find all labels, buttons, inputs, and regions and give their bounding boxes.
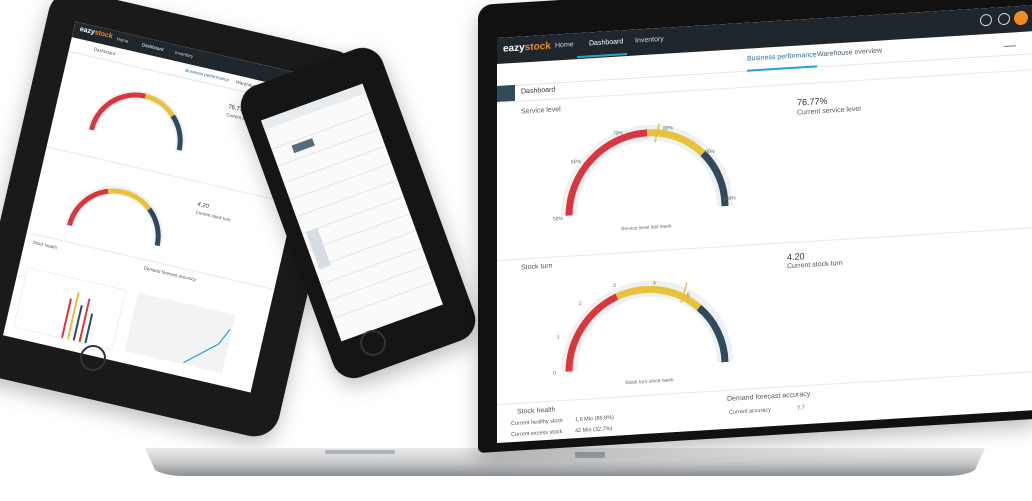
- stock-tick: 3: [613, 282, 616, 289]
- tablet-service-gauge: [87, 90, 185, 152]
- tablet-nav-home[interactable]: Home: [116, 36, 129, 44]
- stock-tick: 4: [653, 280, 656, 287]
- demand-forecast-label: Demand forecast accuracy: [727, 390, 811, 403]
- user-avatar[interactable]: [1014, 10, 1028, 26]
- stock-tick: 7: [723, 358, 726, 365]
- phone-row: [289, 162, 392, 201]
- demand-forecast-row-value: 7.7: [797, 405, 805, 412]
- nav-home[interactable]: Home: [555, 41, 574, 49]
- service-tick: 80%: [663, 125, 674, 132]
- stock-health-row-value: 1.6 Mio (85.8%): [575, 414, 614, 424]
- stock-health-row-label: Current healthy stock: [511, 417, 563, 428]
- service-level-gauge: [561, 123, 733, 217]
- stock-tick: 5: [687, 292, 690, 299]
- tab-business-performance[interactable]: Business performance: [747, 51, 817, 62]
- stock-gauge-caption: Stock turn since week: [625, 377, 674, 387]
- tablet-stock-health-title: Stock health: [32, 239, 58, 251]
- service-gauge-caption: Service level last week: [621, 223, 672, 233]
- laptop-logo: eazystock: [503, 40, 551, 55]
- service-tick: 100%: [723, 195, 736, 203]
- service-tick: 90%: [705, 148, 716, 156]
- demand-forecast-row-label: Current accuracy: [729, 407, 771, 416]
- nav-dashboard[interactable]: Dashboard: [589, 38, 623, 47]
- tablet-page-title: Dashboard: [93, 46, 116, 57]
- phone-home-button[interactable]: [360, 330, 386, 356]
- laptop-screen: eazystock Home Dashboard Inventory Busin…: [497, 5, 1032, 444]
- service-tick: 70%: [613, 130, 624, 137]
- tablet-area-chart: [124, 292, 236, 374]
- stock-turn-label: Stock turn: [521, 262, 553, 272]
- stock-tick: 0: [553, 370, 556, 377]
- service-level-caption: Current service level: [797, 105, 861, 117]
- stock-health-row-value: 42 Mio (32.7%): [575, 425, 613, 435]
- tablet-kpi-stock-label: Current stock turn: [195, 209, 232, 223]
- tab-warehouse-overview[interactable]: Warehouse overview: [817, 47, 882, 58]
- tablet-nav-dashboard[interactable]: Dashboard: [141, 42, 164, 52]
- service-tick: 50%: [553, 215, 564, 223]
- tablet-bar-chart: [13, 266, 127, 351]
- tablet-demand-title: Demand forecast accuracy: [143, 265, 197, 283]
- stock-turn-value: 4.20: [787, 251, 805, 263]
- tablet-nav-inventory[interactable]: Inventory: [175, 50, 194, 59]
- stock-tick: 2: [579, 300, 582, 307]
- phone-row: [326, 264, 429, 302]
- nav-inventory[interactable]: Inventory: [635, 36, 664, 45]
- stock-health-row-label: Current excess stock: [511, 429, 563, 439]
- service-level-value: 76.77%: [797, 95, 828, 108]
- stock-health-label: Stock health: [517, 406, 556, 416]
- service-tick: 60%: [571, 158, 582, 166]
- line-chart-icon[interactable]: [1004, 39, 1016, 47]
- phone-row: [320, 247, 423, 286]
- phone-row: [295, 179, 398, 218]
- stock-tick: 6: [709, 320, 712, 328]
- cloud-icon[interactable]: [980, 13, 992, 27]
- tablet-stock-gauge: [65, 186, 163, 247]
- tablet-kpi-stock: 4.20: [196, 201, 210, 211]
- divider: [497, 227, 1032, 261]
- stock-tick: 1: [557, 334, 560, 341]
- tablet-home-button[interactable]: [80, 345, 106, 371]
- page-title: Dashboard: [521, 86, 556, 96]
- help-icon[interactable]: [998, 12, 1010, 26]
- sidebar-toggle[interactable]: [497, 84, 515, 102]
- stock-turn-gauge: [561, 280, 733, 373]
- service-level-label: Service level: [521, 106, 561, 116]
